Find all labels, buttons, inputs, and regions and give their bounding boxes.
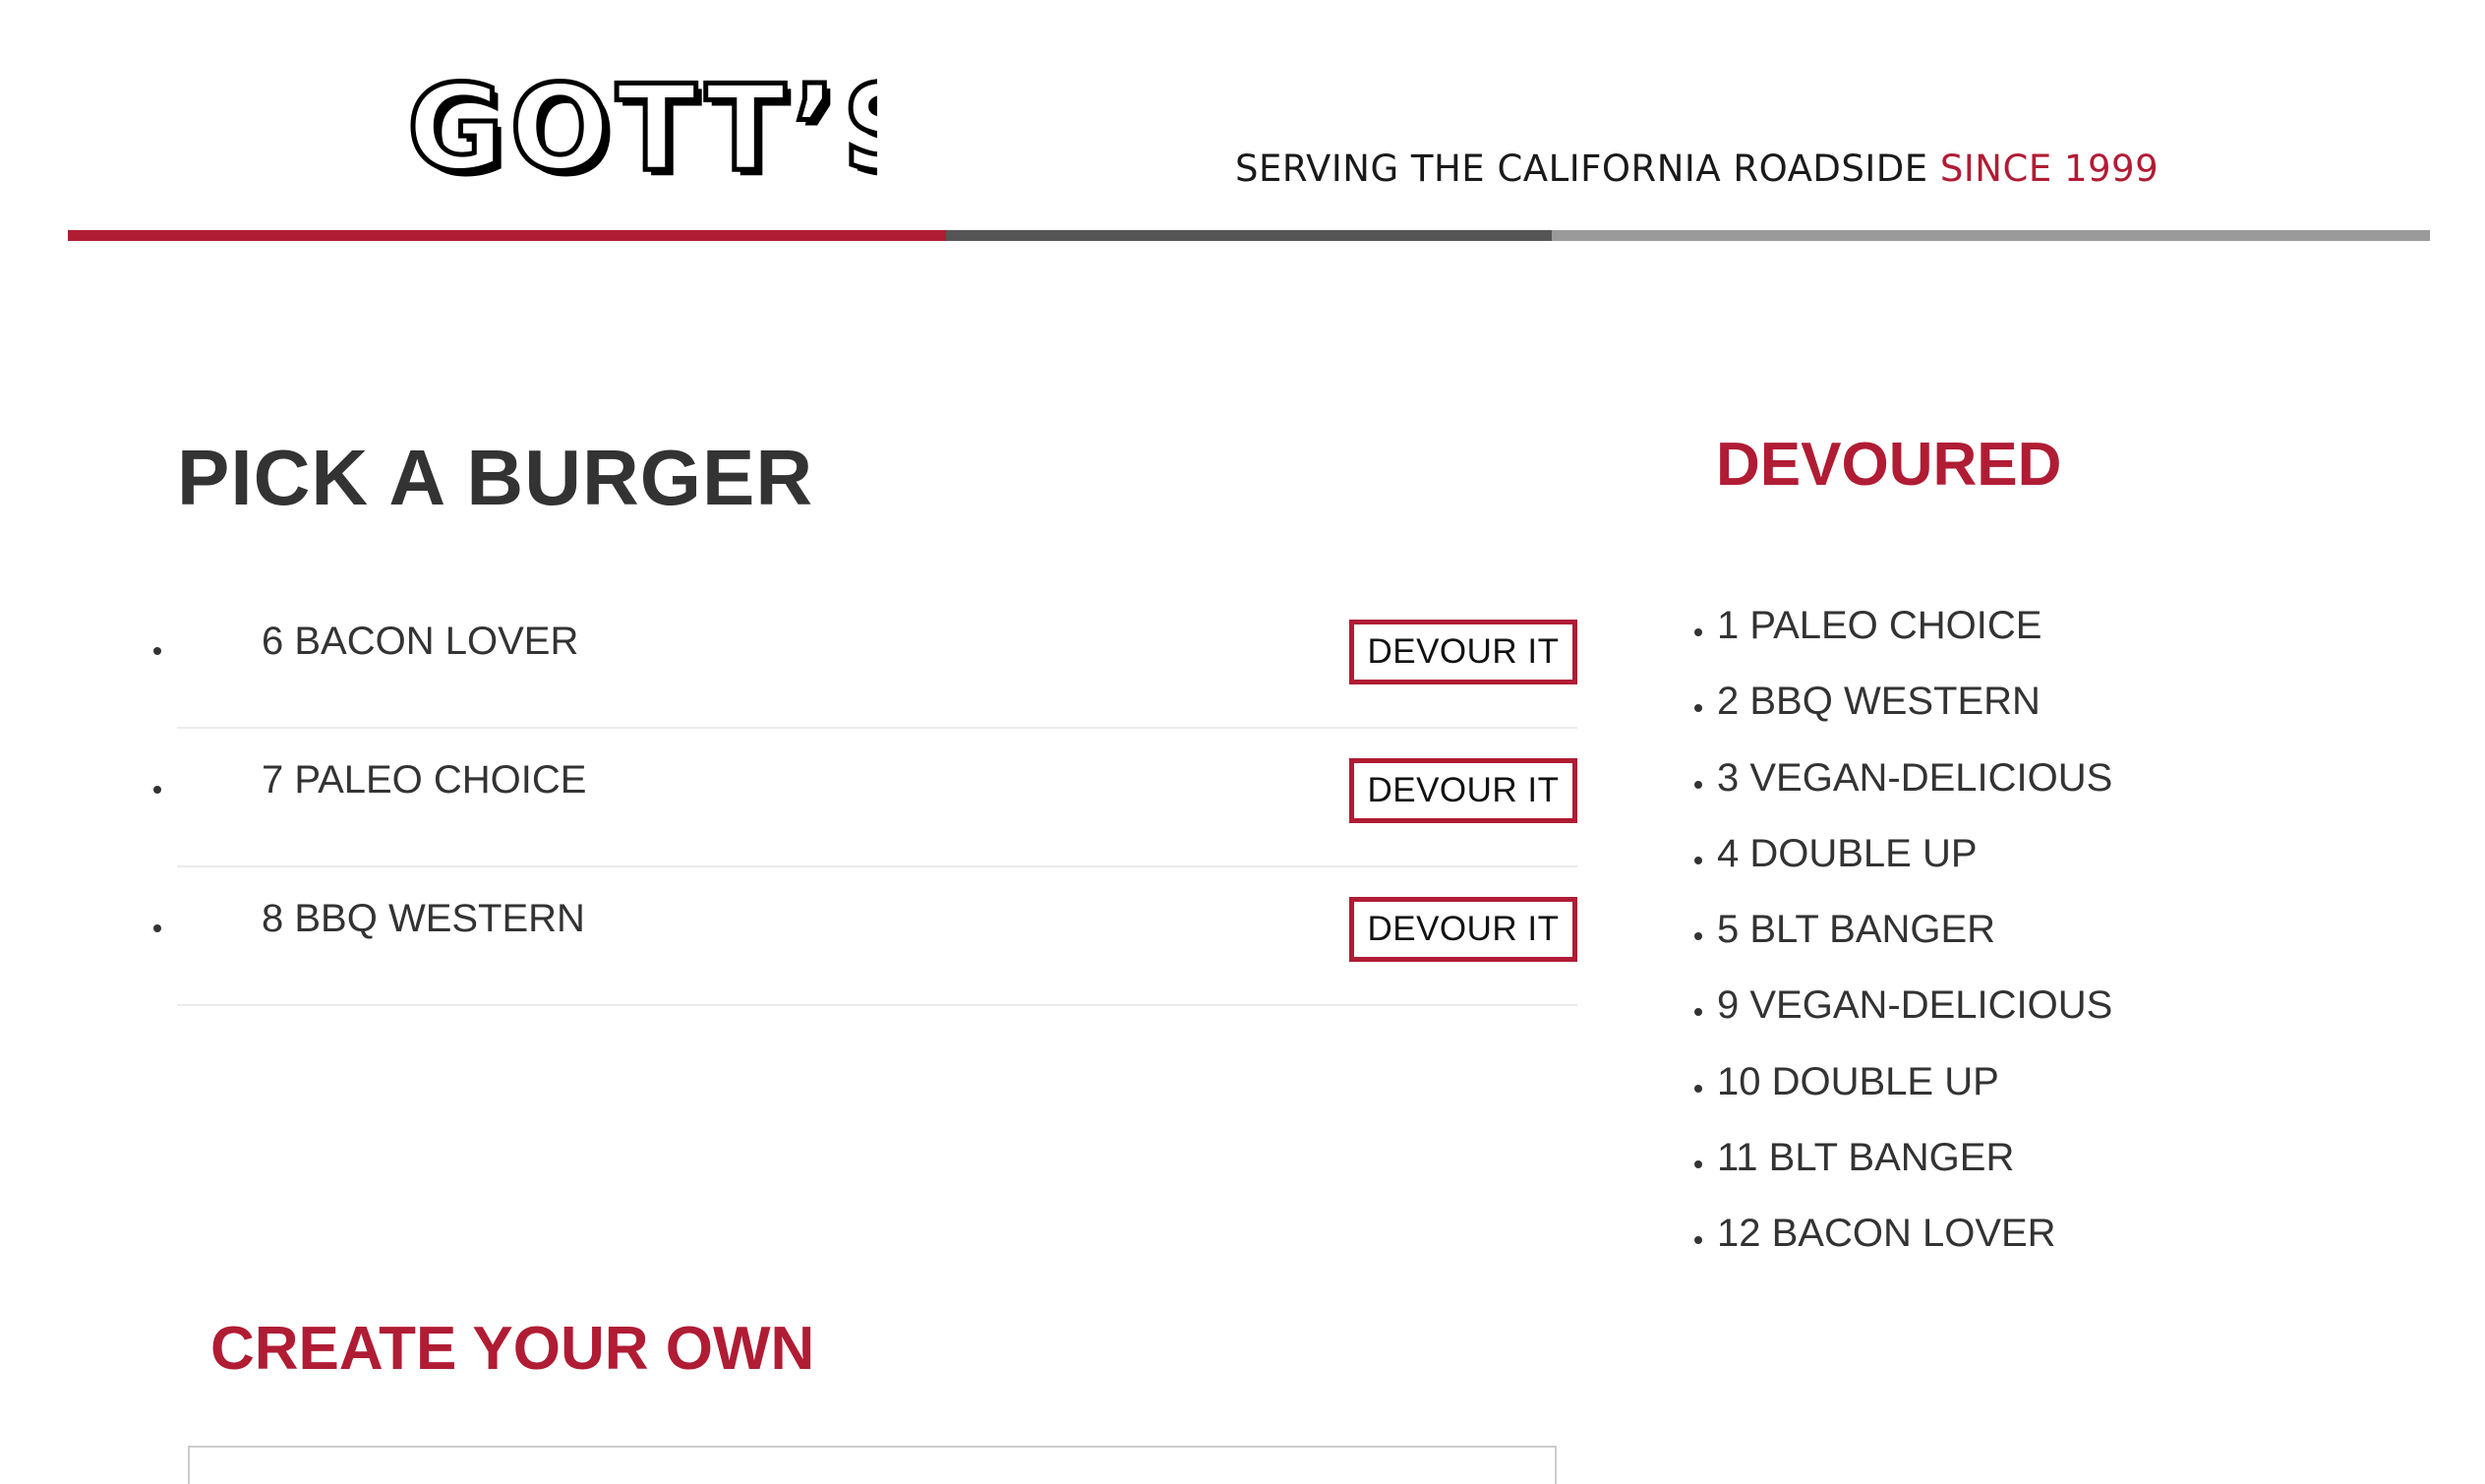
bullet-icon bbox=[1694, 1160, 1702, 1169]
devoured-burger-name: 10 DOUBLE UP bbox=[1717, 1059, 1999, 1103]
devoured-list-item: 4 DOUBLE UP bbox=[1691, 823, 2112, 899]
devoured-heading: DEVOURED bbox=[1716, 431, 2062, 499]
devoured-list-item: 3 VEGAN-DELICIOUS bbox=[1691, 747, 2112, 823]
header-stripe-red bbox=[68, 230, 946, 241]
tagline-accent: SINCE 1999 bbox=[1939, 148, 2160, 190]
bullet-icon bbox=[1694, 932, 1702, 941]
devoured-burger-name: 3 VEGAN-DELICIOUS bbox=[1717, 755, 2113, 800]
bullet-icon bbox=[1694, 780, 1702, 789]
gotts-logo-image: GOTT’S GOTT’S bbox=[405, 69, 877, 187]
header-stripe-grey bbox=[1552, 230, 2430, 241]
devoured-burger-name: 9 VEGAN-DELICIOUS bbox=[1717, 983, 2113, 1028]
devour-it-button[interactable]: DEVOUR IT bbox=[1349, 758, 1577, 823]
bullet-icon bbox=[153, 924, 161, 932]
tagline-main: SERVING THE CALIFORNIA ROADSIDE bbox=[1235, 148, 1940, 190]
devoured-list-item: 11 BLT BANGER bbox=[1691, 1127, 2112, 1203]
burger-name: 8 BBQ WESTERN bbox=[262, 897, 585, 940]
devour-it-button[interactable]: DEVOUR IT bbox=[1349, 620, 1577, 684]
create-your-own-heading: CREATE YOUR OWN bbox=[210, 1315, 815, 1383]
bullet-icon bbox=[1694, 1008, 1702, 1017]
tagline: SERVING THE CALIFORNIA ROADSIDE SINCE 19… bbox=[1235, 148, 2159, 190]
pick-a-burger-heading: PICK A BURGER bbox=[177, 434, 814, 521]
devoured-burger-name: 2 BBQ WESTERN bbox=[1717, 680, 2041, 724]
bullet-icon bbox=[1694, 1236, 1702, 1245]
burger-list-item: 6 BACON LOVER DEVOUR IT bbox=[153, 590, 1577, 729]
devoured-burger-name: 5 BLT BANGER bbox=[1717, 908, 1996, 952]
burger-list-item: 7 PALEO CHOICE DEVOUR IT bbox=[153, 729, 1577, 867]
header-stripe-dark bbox=[946, 230, 1552, 241]
devoured-list-item: 10 DOUBLE UP bbox=[1691, 1051, 2112, 1127]
gotts-logo[interactable]: GOTT’S GOTT’S bbox=[405, 69, 877, 187]
create-burger-input[interactable] bbox=[188, 1446, 1557, 1484]
bullet-icon bbox=[1694, 1084, 1702, 1093]
bullet-icon bbox=[1694, 704, 1702, 713]
devoured-burger-name: 12 BACON LOVER bbox=[1717, 1212, 2056, 1256]
devoured-burger-name: 4 DOUBLE UP bbox=[1717, 831, 1978, 875]
bullet-icon bbox=[1694, 856, 1702, 864]
devoured-burger-name: 1 PALEO CHOICE bbox=[1717, 604, 2042, 647]
devoured-list-item: 9 VEGAN-DELICIOUS bbox=[1691, 975, 2112, 1050]
burger-list-item: 8 BBQ WESTERN DEVOUR IT bbox=[153, 867, 1577, 1006]
site-header: GOTT’S GOTT’S SERVING THE CALIFORNIA ROA… bbox=[0, 0, 2485, 256]
burger-name: 6 BACON LOVER bbox=[262, 620, 579, 663]
burger-menu-list: 6 BACON LOVER DEVOUR IT 7 PALEO CHOICE D… bbox=[153, 590, 1577, 1006]
page: GOTT’S GOTT’S SERVING THE CALIFORNIA ROA… bbox=[0, 0, 2485, 1484]
devoured-list-item: 5 BLT BANGER bbox=[1691, 899, 2112, 975]
devoured-list-item: 1 PALEO CHOICE bbox=[1691, 595, 2112, 671]
bullet-icon bbox=[1694, 628, 1702, 636]
devour-it-button[interactable]: DEVOUR IT bbox=[1349, 897, 1577, 962]
bullet-icon bbox=[153, 647, 161, 655]
devoured-burger-name: 11 BLT BANGER bbox=[1717, 1136, 2015, 1180]
bullet-icon bbox=[153, 786, 161, 794]
devoured-list-item: 12 BACON LOVER bbox=[1691, 1203, 2112, 1278]
svg-text:GOTT’S: GOTT’S bbox=[407, 69, 877, 187]
burger-name: 7 PALEO CHOICE bbox=[262, 758, 587, 801]
devoured-list: 1 PALEO CHOICE 2 BBQ WESTERN 3 VEGAN-DEL… bbox=[1691, 595, 2112, 1279]
devoured-list-item: 2 BBQ WESTERN bbox=[1691, 671, 2112, 746]
